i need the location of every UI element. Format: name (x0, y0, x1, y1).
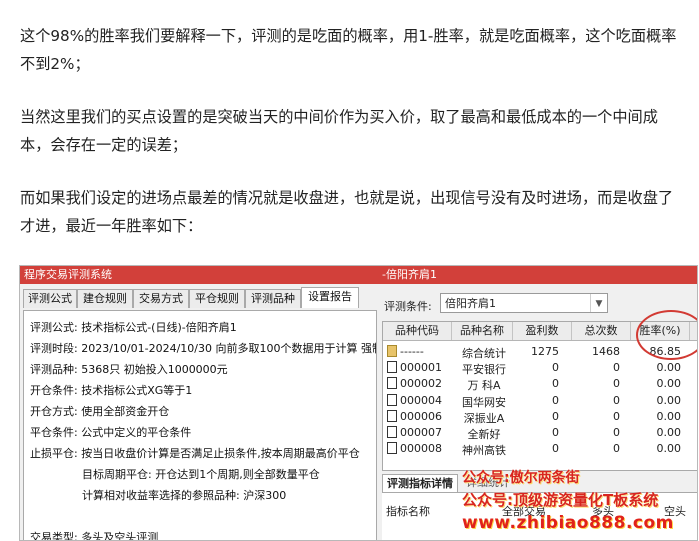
cell-code: 000008 (400, 442, 442, 456)
cell-total: 0 (613, 426, 620, 439)
cell-winrate: 0.00 (656, 361, 682, 375)
cell-total: 0 (613, 393, 620, 407)
file-icon (387, 393, 397, 406)
table-row[interactable]: 000007 全新好 0 0 0.00 (383, 425, 697, 441)
report-pane: 评测公式: 技术指标公式-(日线)-倍阳齐肩1 评测时段: 2023/10/01… (23, 310, 377, 541)
cell-wins: 0 (552, 393, 559, 407)
file-icon (387, 442, 397, 455)
report-line: 评测公式: 技术指标公式-(日线)-倍阳齐肩1 (30, 321, 237, 334)
cell-winrate: 0.00 (656, 409, 682, 423)
report-line: 止损平仓: 按当日收盘价计算是否满足止损条件,按本周期最高价平仓 (30, 447, 360, 460)
table-row[interactable]: 000004 国华网安 0 0 0.00 (383, 393, 697, 409)
table-row[interactable]: 000001 平安银行 0 0 0.00 (383, 360, 697, 377)
condition-value: 倍阳齐肩1 (445, 297, 496, 310)
report-line: 评测时段: 2023/10/01-2024/10/30 向前多取100个数据用于… (30, 342, 377, 355)
cell-winrate: 0.00 (656, 442, 682, 456)
report-line: 计算相对收益率选择的参照品种: 沪深300 (82, 489, 287, 502)
report-line: 目标周期平仓: 开仓达到1个周期,则全部数量平仓 (82, 468, 320, 481)
cell-wins: 0 (552, 442, 559, 456)
cell-wins: 1275 (531, 345, 559, 358)
cell-name: 万 科A (467, 379, 501, 393)
condition-select[interactable]: 倍阳齐肩1 ▼ (440, 293, 608, 313)
tab-report[interactable]: 设置报告 (301, 287, 359, 308)
cell-total: 0 (613, 361, 620, 375)
cell-total: 1468 (592, 345, 620, 358)
cell-wins: 0 (552, 426, 559, 439)
cell-code: 000007 (400, 426, 442, 439)
cell-name: 综合统计 (462, 347, 506, 360)
cell-name: 国华网安 (462, 395, 506, 409)
chevron-down-icon[interactable]: ▼ (590, 294, 607, 312)
report-line: 评测品种: 5368只 初始投入1000000元 (30, 363, 228, 376)
cell-name: 平安银行 (462, 363, 506, 377)
report-line: 平仓条件: 公式中定义的平仓条件 (30, 426, 192, 439)
report-line: 开仓条件: 技术指标公式XG等于1 (30, 384, 193, 397)
folder-icon (387, 345, 397, 357)
file-icon (387, 426, 397, 438)
cell-total: 0 (613, 442, 620, 456)
file-icon (387, 409, 397, 422)
watermark-line-1: 公众号:傲尔两条街 (462, 470, 580, 486)
condition-label: 评测条件: (384, 300, 432, 313)
cell-name: 全新好 (467, 428, 501, 441)
cell-winrate: 0.00 (656, 426, 682, 439)
cell-winrate: 0.00 (656, 393, 682, 407)
cell-wins: 0 (552, 377, 559, 391)
cell-name: 神州高铁 (462, 444, 506, 458)
tab-trade-mode[interactable]: 交易方式 (133, 289, 189, 308)
highlight-circle (636, 310, 697, 360)
tab-close-rules[interactable]: 平仓规则 (189, 289, 245, 308)
cell-winrate: 0.00 (656, 377, 682, 391)
file-icon (387, 361, 397, 374)
window-subtitle: -倍阳齐肩1 (382, 268, 437, 281)
paragraph-2: 当然这里我们的买点设置的是突破当天的中间价作为买入价，取了最高和最低成本的一个中… (20, 108, 658, 154)
col-header-total[interactable]: 总次数 (572, 322, 631, 340)
window-title: 程序交易评测系统 (24, 268, 112, 281)
col-indicator-name: 指标名称 (386, 505, 430, 518)
window-titlebar: 程序交易评测系统 -倍阳齐肩1 (20, 266, 697, 284)
cell-code: 000001 (400, 361, 442, 375)
cell-name: 深振业A (463, 411, 505, 425)
cell-wins: 0 (552, 409, 559, 423)
cell-code: 000002 (400, 377, 442, 391)
cell-total: 0 (613, 377, 620, 391)
paragraph-1: 这个98%的胜率我们要解释一下，评测的是吃面的概率，用1-胜率，就是吃面概率，这… (20, 27, 677, 73)
cell-wins: 0 (552, 361, 559, 375)
tab-indicator-details[interactable]: 评测指标详情 (382, 474, 458, 493)
report-line: 开仓方式: 使用全部资金开仓 (30, 405, 170, 418)
watermark-url: www.zhibiao888.com (462, 513, 674, 533)
col-header-wins[interactable]: 盈利数 (513, 322, 572, 340)
tab-open-rules[interactable]: 建仓规则 (77, 289, 133, 308)
report-line: 交易类型: 多头及空头评测 (30, 531, 159, 541)
table-row[interactable]: 000008 神州高铁 0 0 0.00 (383, 441, 697, 458)
watermark-line-2: 公众号:顶级游资量化T板系统 (462, 491, 659, 509)
tab-instruments[interactable]: 评测品种 (245, 289, 301, 308)
col-header-code[interactable]: 品种代码 (383, 322, 452, 340)
cell-code: 000004 (400, 393, 442, 407)
cell-total: 0 (613, 409, 620, 423)
paragraph-3: 而如果我们设定的进场点最差的情况就是收盘进，也就是说，出现信号没有及时进场，而是… (20, 189, 674, 235)
cell-code: ------ (400, 345, 424, 358)
cell-code: 000006 (400, 409, 442, 423)
table-row[interactable]: 000006 深振业A 0 0 0.00 (383, 409, 697, 425)
table-row[interactable]: 000002 万 科A 0 0 0.00 (383, 376, 697, 393)
file-icon (387, 377, 397, 390)
col-header-name[interactable]: 品种名称 (452, 322, 513, 340)
tab-formula[interactable]: 评测公式 (23, 289, 77, 308)
